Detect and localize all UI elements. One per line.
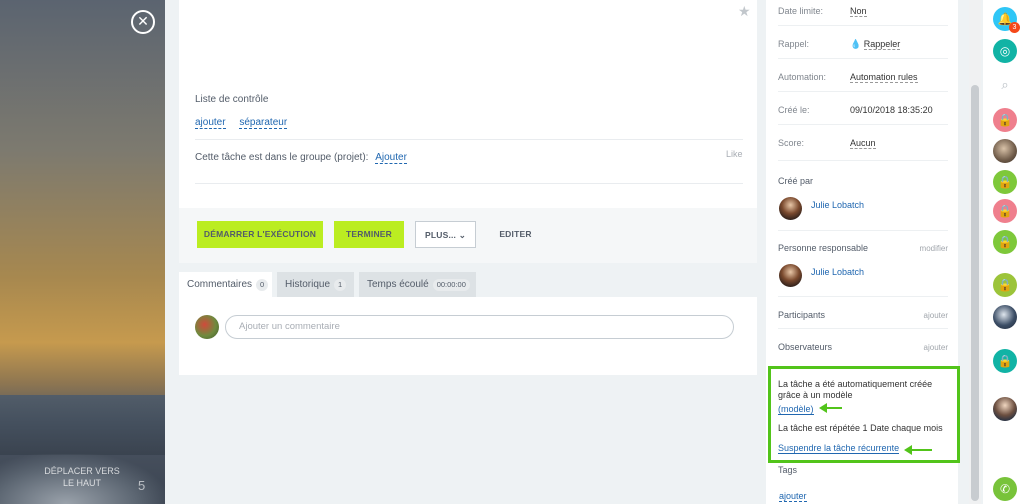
like-link[interactable]: Like (726, 149, 743, 159)
chat-icon[interactable]: ◎ (993, 39, 1017, 63)
drop-icon: 💧 (850, 39, 862, 49)
tab-history[interactable]: Historique 1 (277, 272, 354, 297)
chevron-down-icon: ⌄ (458, 230, 467, 240)
divider (778, 58, 948, 59)
created-by-name[interactable]: Julie Lobatch (811, 200, 864, 210)
avatar[interactable] (779, 197, 802, 220)
auto-created-text: La tâche a été automatiquement créée grâ… (778, 379, 933, 400)
tab-label: Commentaires (187, 279, 253, 290)
sea-area (0, 395, 165, 455)
checklist-title: Liste de contrôle (195, 94, 269, 105)
responsible-name[interactable]: Julie Lobatch (811, 267, 864, 277)
participants-add-link[interactable]: ajouter (900, 311, 948, 320)
more-button[interactable]: PLUS... ⌄ (415, 221, 476, 248)
avatar[interactable] (779, 264, 802, 287)
created-on-value: 09/10/2018 18:35:20 (850, 105, 933, 115)
score-value[interactable]: Aucun (850, 138, 876, 149)
divider (778, 25, 948, 26)
tab-count: 00:00:00 (432, 279, 470, 291)
automation-label: Automation: (778, 72, 827, 82)
participants-label: Participants (778, 310, 826, 320)
lock-icon[interactable]: 🔒 (993, 199, 1017, 223)
tab-comments[interactable]: Commentaires 0 (179, 272, 272, 297)
divider (195, 139, 743, 140)
tab-time-elapsed[interactable]: Temps écoulé 00:00:00 (359, 272, 476, 297)
avatar (195, 315, 219, 339)
divider (778, 296, 948, 297)
automation-value[interactable]: Automation rules (850, 72, 918, 83)
reminder-label: Rappel: (778, 39, 810, 49)
group-project-row: Cette tâche est dans le groupe (projet):… (195, 152, 418, 164)
checklist-links: ajouter séparateur (195, 117, 298, 129)
scrollbar-thumb[interactable] (971, 85, 979, 501)
reminder-link[interactable]: Rappeler (863, 39, 901, 50)
template-link[interactable]: (modèle) (778, 404, 814, 415)
tab-count: 1 (334, 279, 347, 291)
divider (778, 230, 948, 231)
created-by-label: Créé par (778, 176, 814, 186)
reminder-value[interactable]: 💧 Rappeler (850, 39, 901, 50)
divider (778, 328, 948, 329)
divider (778, 160, 948, 161)
score-label: Score: (778, 138, 805, 148)
checklist-separator-link[interactable]: séparateur (239, 117, 288, 129)
tab-label: Historique (285, 279, 331, 290)
checklist-add-link[interactable]: ajouter (195, 117, 226, 129)
deadline-label: Date limite: (778, 6, 824, 16)
group-project-label: Cette tâche est dans le groupe (projet): (195, 152, 369, 163)
created-on-label: Créé le: (778, 105, 810, 115)
star-icon[interactable]: ★ (738, 3, 751, 20)
repeat-text: La tâche est répétée 1 Date chaque mois (778, 423, 943, 433)
lock-icon[interactable]: 🔒 (993, 273, 1017, 297)
divider (778, 91, 948, 92)
lock-icon[interactable]: 🔒 (993, 170, 1017, 194)
comment-input[interactable]: Ajouter un commentaire (225, 315, 734, 339)
avatar[interactable] (993, 305, 1017, 329)
more-label: PLUS... (424, 230, 457, 240)
lock-icon[interactable]: 🔒 (993, 349, 1017, 373)
close-icon[interactable]: ✕ (131, 10, 155, 34)
responsible-modify-link[interactable]: modifier (900, 244, 948, 253)
search-icon[interactable]: ⌕ (993, 73, 1017, 97)
phone-icon[interactable]: ✆ (993, 477, 1017, 501)
divider (778, 124, 948, 125)
notification-badge: 3 (1009, 22, 1020, 33)
group-add-link[interactable]: Ajouter (375, 152, 407, 164)
finish-button[interactable]: TERMINER (334, 221, 404, 248)
divider (195, 183, 743, 184)
avatar[interactable] (993, 397, 1017, 421)
deadline-value[interactable]: Non (850, 6, 867, 17)
start-execution-button[interactable]: DÉMARRER L'EXÉCUTION (197, 221, 323, 248)
responsible-label: Personne responsable (778, 243, 869, 253)
observers-add-link[interactable]: ajouter (900, 343, 948, 352)
background-photo (0, 0, 165, 504)
arrow-icon (819, 403, 842, 413)
observers-label: Observateurs (778, 342, 833, 352)
tags-label: Tags (778, 465, 798, 475)
avatar[interactable] (993, 139, 1017, 163)
suspend-recurring-link[interactable]: Suspendre la tâche récurrente (778, 443, 900, 454)
arrow-icon (904, 445, 932, 455)
lock-icon[interactable]: 🔒 (993, 108, 1017, 132)
tags-add-link[interactable]: ajouter (779, 491, 807, 502)
tab-count: 0 (256, 279, 269, 291)
move-up-label[interactable]: DÉPLACER VERS LE HAUT (42, 465, 122, 489)
tab-label: Temps écoulé (367, 279, 429, 290)
lock-icon[interactable]: 🔒 (993, 230, 1017, 254)
edit-button[interactable]: EDITER (488, 221, 543, 248)
rating-glyph: 5 (138, 478, 146, 493)
